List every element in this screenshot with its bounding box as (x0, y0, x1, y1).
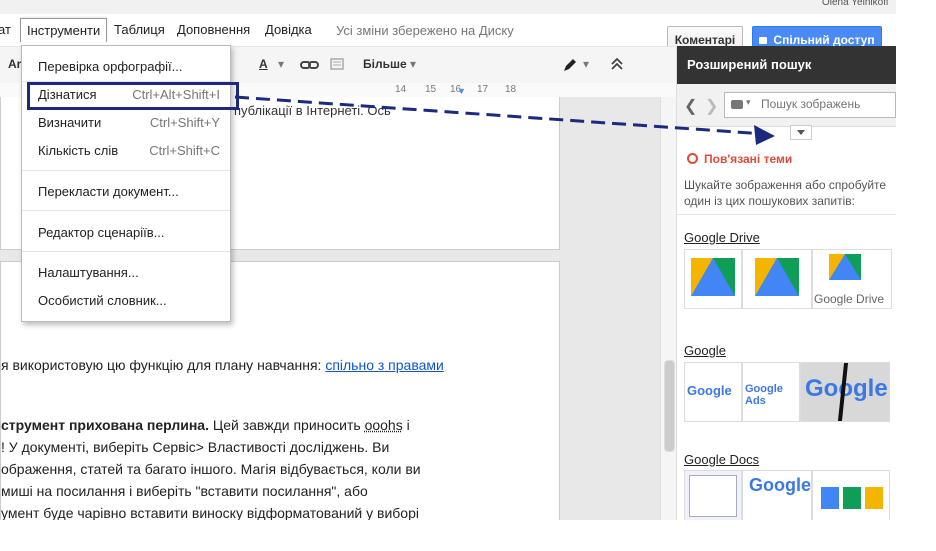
indent-marker-icon[interactable]: ▼ (457, 86, 466, 96)
doc-text-line[interactable]: я використовую цю функцію для плану навч… (1, 354, 444, 376)
more-button[interactable]: Більше (363, 57, 407, 71)
doc-text: ooohs (364, 417, 403, 433)
image-thumbnail[interactable] (684, 470, 742, 520)
panel-hint: Шукайте зображення або спробуйте один із… (684, 178, 887, 208)
font-family-select[interactable]: Ar (8, 57, 21, 71)
menu-item-define[interactable]: Визначити (38, 115, 101, 130)
docs-app-icon (821, 487, 839, 509)
search-input[interactable] (759, 96, 893, 112)
share-label: Спільний доступ (773, 33, 875, 47)
menu-table[interactable]: Таблиця (108, 18, 171, 41)
image-thumbnail[interactable] (684, 249, 742, 309)
chevron-down-icon[interactable]: ▾ (746, 97, 751, 108)
menu-bar: ат Інструменти Таблиця Доповнення Довідк… (0, 14, 905, 55)
save-status: Усі зміни збережено на Диску (336, 23, 514, 38)
chevron-down-icon[interactable]: ▾ (410, 57, 416, 71)
camera-icon[interactable] (731, 100, 743, 109)
image-thumbnail[interactable] (742, 249, 812, 309)
ruler-mark: 17 (477, 84, 489, 95)
drive-logo-icon (755, 258, 799, 296)
doc-text: я використовую цю функцію для плану навч… (1, 357, 322, 373)
image-thumbnail[interactable]: Google (684, 362, 742, 422)
menu-item-spellcheck[interactable]: Перевірка орфографії... (38, 59, 183, 74)
result-group-title[interactable]: Google Docs (684, 452, 759, 467)
menu-help[interactable]: Довідка (259, 18, 318, 41)
doc-text: і (402, 417, 410, 433)
screenshot-icon (689, 475, 737, 517)
user-name[interactable]: Olena Yelnikoff (822, 0, 889, 8)
image-thumbnail[interactable]: Google (800, 362, 890, 422)
dropdown-button[interactable] (790, 125, 812, 140)
menu-item-script-editor[interactable]: Редактор сценаріїв... (38, 225, 164, 240)
research-panel: Розширений пошук ❮ ❯ ▾ Пов'язані теми Шу… (676, 46, 905, 520)
slides-app-icon (865, 487, 883, 509)
torn-edge-right (896, 0, 936, 551)
torn-edge-bottom (0, 529, 936, 551)
related-topics-heading: Пов'язані теми (687, 152, 792, 166)
doc-paragraph[interactable]: струмент прихована перлина. Цей завжди п… (1, 414, 421, 520)
divider (677, 214, 905, 215)
image-thumbnail[interactable]: Google Drive (812, 249, 892, 309)
menu-format[interactable]: ат (0, 18, 17, 41)
doc-text: ! У документі, виберіть Сервіс> Властиво… (1, 439, 390, 455)
menu-divider (22, 170, 230, 171)
menu-divider (22, 210, 230, 211)
menu-item-dictionary[interactable]: Особистий словник... (38, 293, 167, 308)
link-icon[interactable] (300, 59, 320, 71)
google-docs-window: Olena Yelnikoff ат Інструменти Таблиця Д… (0, 0, 905, 520)
doc-text: Цей завжди приносить (208, 417, 365, 433)
google-logo: Google (687, 383, 732, 398)
menu-item-preferences[interactable]: Налаштування... (38, 265, 139, 280)
menu-item-translate[interactable]: Перекласти документ... (38, 184, 179, 199)
image-thumbnail[interactable] (812, 470, 890, 520)
document-scrollbar[interactable] (660, 97, 677, 520)
doc-bold-text: струмент прихована перлина. (1, 417, 209, 433)
menu-addons[interactable]: Доповнення (171, 18, 256, 41)
scrollbar-thumb[interactable] (664, 360, 675, 452)
search-icon (687, 153, 698, 164)
doc-link[interactable]: спільно з правами (325, 357, 444, 373)
menu-divider (22, 251, 230, 252)
drive-logo-icon (829, 254, 861, 280)
doc-text: миші на посилання і виберіть "вставити п… (1, 483, 368, 499)
menu-tools[interactable]: Інструменти (20, 18, 108, 42)
comment-icon[interactable] (330, 58, 344, 72)
pencil-icon[interactable] (562, 57, 578, 73)
result-group-title[interactable]: Google (684, 343, 726, 358)
image-thumbnail[interactable]: Google (742, 470, 812, 520)
sheets-app-icon (843, 487, 861, 509)
image-search-box: ▾ (724, 92, 896, 118)
drive-logo-icon (691, 258, 735, 296)
ruler-mark: 15 (425, 84, 437, 95)
chevron-down-icon[interactable]: ▾ (583, 57, 589, 71)
thumb-caption: Google Drive (814, 292, 885, 306)
back-arrow-icon[interactable]: ❮ (684, 96, 697, 116)
doc-text: умент буде чарівно вставити виноску відф… (1, 505, 419, 520)
image-thumbnail[interactable]: Google Ads (742, 362, 800, 422)
doc-text-line[interactable]: публікації в Інтернеті. Ось (234, 103, 391, 118)
chevron-down-icon[interactable]: ▾ (278, 57, 284, 71)
google-ads-logo: Google Ads (745, 383, 783, 407)
menu-shortcut: Ctrl+Shift+Y (149, 115, 220, 130)
related-title: Пов'язані теми (704, 152, 793, 166)
lock-icon (759, 37, 768, 44)
panel-search-bar: ❮ ❯ ▾ (677, 84, 905, 127)
forward-arrow-icon[interactable]: ❯ (705, 96, 718, 116)
menu-shortcut: Ctrl+Shift+C (149, 143, 220, 158)
ruler-mark: 14 (395, 84, 407, 95)
menu-item-word-count[interactable]: Кількість слів (38, 143, 118, 158)
collapse-icon[interactable] (610, 57, 624, 71)
highlight-box (27, 82, 239, 110)
google-docs-logo: Google (749, 475, 811, 495)
ruler-mark: 18 (505, 84, 517, 95)
doc-text: ображення, статей та багато іншого. Магі… (1, 461, 421, 477)
panel-title: Розширений пошук (677, 46, 905, 84)
text-color-button[interactable]: A (259, 57, 268, 71)
result-group-title[interactable]: Google Drive (684, 230, 760, 245)
